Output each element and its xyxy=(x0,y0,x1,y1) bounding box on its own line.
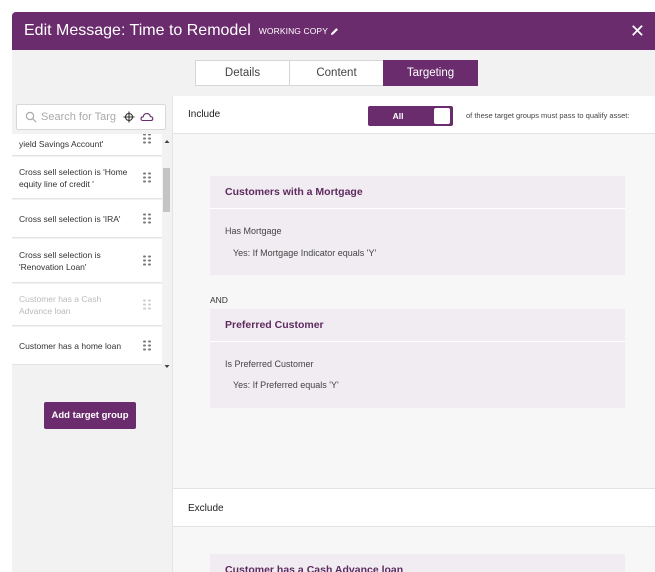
include-label: Include xyxy=(188,109,221,120)
crosshair-icon[interactable] xyxy=(123,111,135,123)
close-icon[interactable]: ✕ xyxy=(630,21,645,42)
condition-title: Has Mortgage xyxy=(225,226,282,236)
condition-title: Is Preferred Customer xyxy=(225,359,314,369)
title-bar: Edit Message: Time to Remodel WORKING CO… xyxy=(12,12,655,50)
target-group-card[interactable]: Preferred Customer Is Preferred Customer… xyxy=(210,309,625,408)
working-copy-label: WORKING COPY xyxy=(258,26,328,36)
list-item[interactable]: Cross sell selection is 'IRA' xyxy=(12,200,162,238)
list-item[interactable]: Customer has a home loan xyxy=(12,327,162,365)
list-scrollbar[interactable] xyxy=(162,134,172,374)
list-item-label: Customer has a home loan xyxy=(19,340,122,351)
include-header: Include All of these target groups must … xyxy=(173,96,655,134)
condition-detail: Yes: If Preferred equals 'Y' xyxy=(233,380,339,390)
condition-detail: Yes: If Mortgage Indicator equals 'Y' xyxy=(233,248,377,258)
list-item-disabled: Customer has a Cash Advance loan xyxy=(12,284,162,326)
drag-handle-icon xyxy=(143,299,152,310)
scroll-up-arrow-icon[interactable] xyxy=(162,137,172,145)
target-group-title: Customers with a Mortgage xyxy=(210,176,625,209)
drag-handle-icon[interactable] xyxy=(143,255,152,266)
dialog-title: Edit Message: Time to Remodel xyxy=(24,22,251,39)
target-group-sidebar: Search for Targ yield Savings Account' C… xyxy=(12,96,173,572)
toggle-label: All xyxy=(392,111,404,121)
tab-targeting[interactable]: Targeting xyxy=(383,60,478,86)
exclude-label: Exclude xyxy=(188,503,224,514)
tab-content[interactable]: Content xyxy=(289,60,384,86)
search-input[interactable]: Search for Targ xyxy=(16,104,166,130)
exclude-header: Exclude xyxy=(173,488,655,527)
drag-handle-icon[interactable] xyxy=(143,172,152,183)
match-mode-toggle[interactable]: All xyxy=(368,106,453,126)
list-item-label: Customer has a Cash Advance loan xyxy=(19,293,102,316)
target-group-list: yield Savings Account' Cross sell select… xyxy=(12,134,173,374)
target-group-title: Customer has a Cash Advance loan xyxy=(210,554,625,572)
cloud-icon[interactable] xyxy=(140,111,154,123)
list-item[interactable]: yield Savings Account' xyxy=(12,134,162,156)
list-item[interactable]: Cross sell selection is 'Home equity lin… xyxy=(12,157,162,199)
toggle-knob xyxy=(434,108,450,124)
list-item-label: Cross sell selection is 'Renovation Loan… xyxy=(19,249,101,272)
drag-handle-icon[interactable] xyxy=(143,213,152,224)
pencil-icon xyxy=(330,27,338,35)
and-operator-label: AND xyxy=(210,295,228,305)
list-item-label: Cross sell selection is 'Home equity lin… xyxy=(19,166,128,189)
search-icon xyxy=(25,111,37,123)
qualify-text: of these target groups must pass to qual… xyxy=(466,111,630,120)
target-group-title: Preferred Customer xyxy=(210,309,625,342)
edit-message-dialog: Edit Message: Time to Remodel WORKING CO… xyxy=(12,12,655,572)
scroll-thumb[interactable] xyxy=(163,168,170,212)
add-target-group-button[interactable]: Add target group xyxy=(44,402,136,429)
search-placeholder: Search for Targ xyxy=(41,111,117,123)
target-group-card[interactable]: Customers with a Mortgage Has Mortgage Y… xyxy=(210,176,625,275)
drag-handle-icon[interactable] xyxy=(143,134,152,144)
tab-bar: Details Content Targeting xyxy=(12,50,655,96)
scroll-down-arrow-icon[interactable] xyxy=(162,363,172,371)
working-copy-badge: WORKING COPY xyxy=(259,26,339,36)
targeting-panel: Include All of these target groups must … xyxy=(173,96,655,572)
list-item-label: yield Savings Account' xyxy=(19,138,104,149)
tab-details[interactable]: Details xyxy=(195,60,290,86)
list-item-label: Cross sell selection is 'IRA' xyxy=(19,213,121,224)
list-item[interactable]: Cross sell selection is 'Renovation Loan… xyxy=(12,239,162,283)
exclude-group-card[interactable]: Customer has a Cash Advance loan xyxy=(210,554,625,572)
drag-handle-icon[interactable] xyxy=(143,340,152,351)
